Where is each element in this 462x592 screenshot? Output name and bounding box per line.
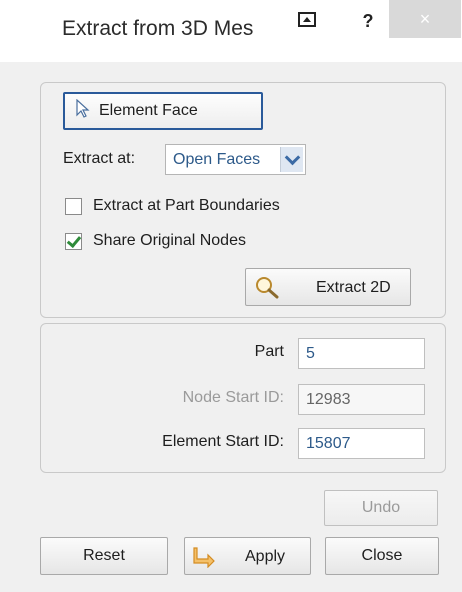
extract-from-3d-mesh-dialog: Extract from 3D Mes ? × Element Face Ext… xyxy=(0,0,462,592)
chevron-down-icon[interactable] xyxy=(280,147,303,172)
extract-at-value: Open Faces xyxy=(173,151,261,168)
element-face-label: Element Face xyxy=(99,102,198,119)
extract-at-part-boundaries-checkbox[interactable] xyxy=(65,198,82,215)
extract-2d-button[interactable]: Extract 2D xyxy=(245,268,411,306)
help-button[interactable]: ? xyxy=(355,8,381,34)
element-face-button[interactable]: Element Face xyxy=(63,92,263,130)
part-field[interactable]: 5 xyxy=(298,338,425,369)
node-start-id-field: 12983 xyxy=(298,384,425,415)
extract-at-label: Extract at: xyxy=(63,150,136,167)
share-original-nodes-checkbox[interactable] xyxy=(65,232,82,250)
apply-button[interactable]: Apply xyxy=(184,537,311,575)
extract-at-part-boundaries-label[interactable]: Extract at Part Boundaries xyxy=(93,197,280,215)
dialog-title: Extract from 3D Mes xyxy=(62,17,254,40)
apply-arrow-icon xyxy=(193,546,217,573)
collapse-icon xyxy=(298,11,316,27)
share-original-nodes-label[interactable]: Share Original Nodes xyxy=(93,232,246,250)
collapse-button[interactable] xyxy=(292,6,322,32)
title-bar[interactable]: Extract from 3D Mes ? × xyxy=(0,0,462,62)
extract-2d-label: Extract 2D xyxy=(316,279,391,296)
element-start-id-label: Element Start ID: xyxy=(162,433,284,450)
checkmark-icon xyxy=(66,232,82,249)
close-window-button[interactable]: × xyxy=(389,0,461,38)
reset-button[interactable]: Reset xyxy=(40,537,168,575)
undo-button[interactable]: Undo xyxy=(324,490,438,526)
extract-at-dropdown[interactable]: Open Faces xyxy=(165,144,306,175)
close-button[interactable]: Close xyxy=(325,537,439,575)
magnifier-icon xyxy=(254,276,280,305)
cursor-arrow-icon xyxy=(75,98,91,124)
element-start-id-field[interactable]: 15807 xyxy=(298,428,425,459)
node-start-id-label: Node Start ID: xyxy=(182,389,284,406)
part-label: Part xyxy=(254,343,284,360)
apply-label: Apply xyxy=(245,548,286,565)
